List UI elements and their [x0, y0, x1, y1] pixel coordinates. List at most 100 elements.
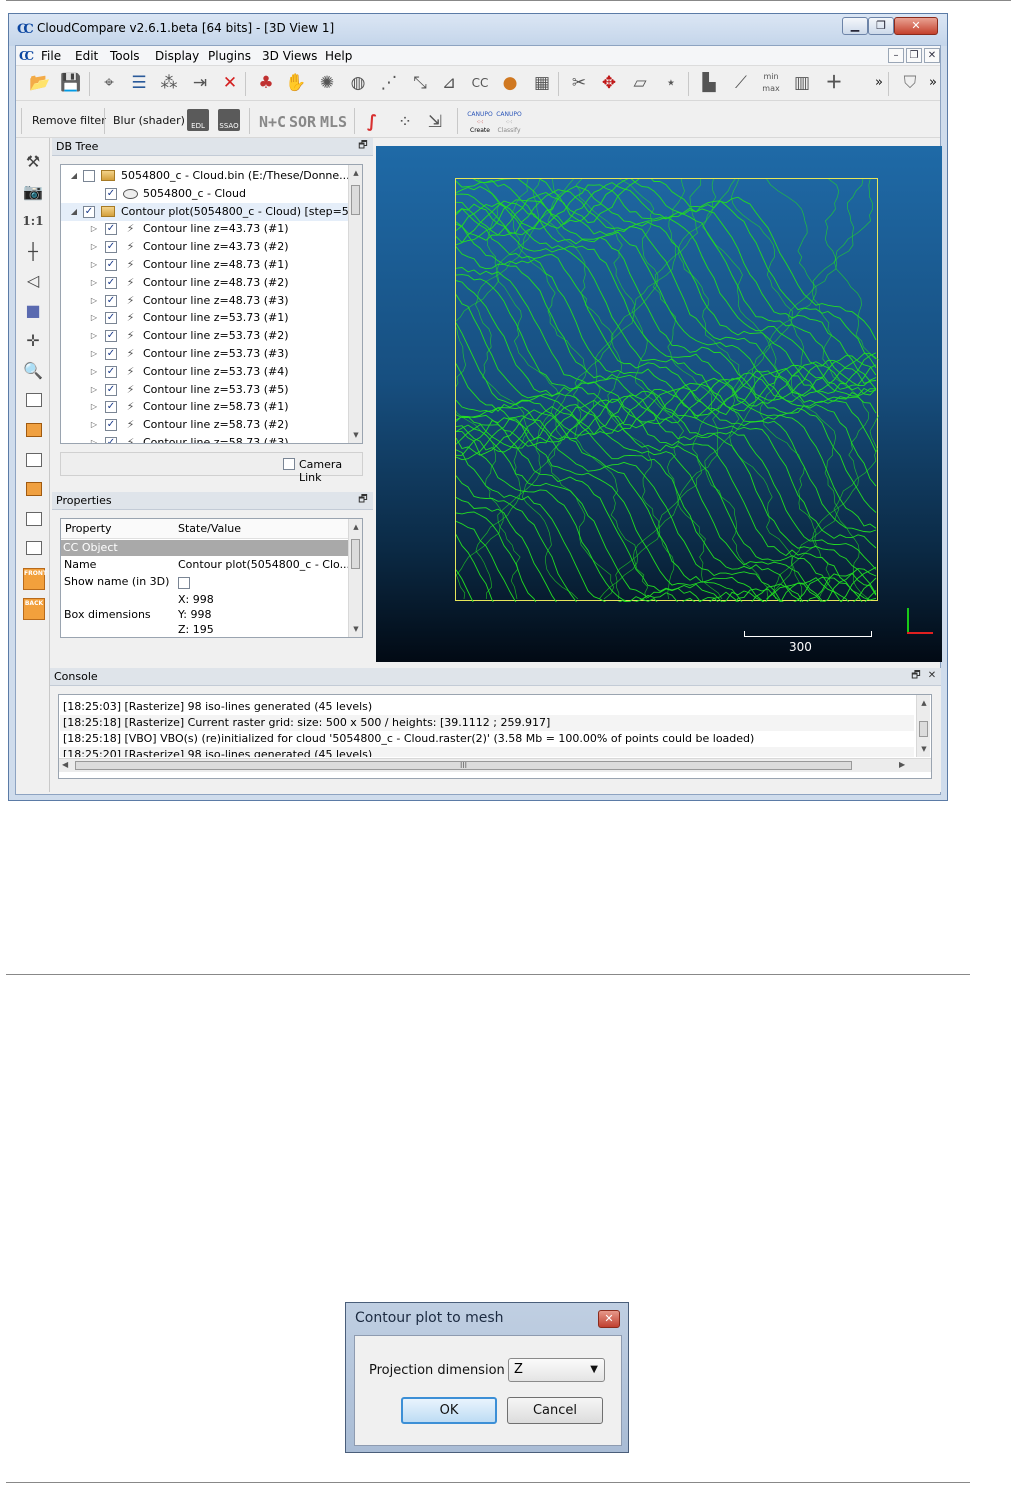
menu-3d-views[interactable]: 3D Views [262, 49, 317, 63]
tree-item-checkbox[interactable]: ✓ [105, 330, 117, 343]
view-front-icon[interactable] [26, 423, 42, 437]
tree-item-checkbox[interactable]: ✓ [105, 294, 117, 307]
shield-icon[interactable]: ⛉ [898, 71, 922, 95]
collapse-arrow-icon[interactable]: ▷ [89, 309, 99, 327]
tree-item[interactable]: ▷ ✓ ⚡ Contour line z=53.73 (#5) [61, 381, 348, 399]
menu-tools[interactable]: Tools [110, 49, 140, 63]
distance-icon[interactable]: ⊿ [437, 71, 461, 95]
props-scroll-down-icon[interactable]: ▼ [349, 623, 362, 635]
tree-item[interactable]: ▷ ✓ ⚡ Contour line z=43.73 (#1) [61, 220, 348, 238]
collapse-arrow-icon[interactable]: ▷ [89, 256, 99, 274]
console-scroll-thumb[interactable] [919, 721, 928, 737]
ok-button[interactable]: OK [401, 1397, 497, 1424]
point-picking-icon[interactable]: ⌖ [97, 71, 121, 95]
props-scroll-thumb[interactable] [351, 539, 360, 569]
tree-item[interactable]: ▷ ✓ ⚡ Contour line z=48.73 (#2) [61, 274, 348, 292]
properties-list-icon[interactable]: ☰ [127, 71, 151, 95]
collapse-arrow-icon[interactable]: ▷ [89, 363, 99, 381]
iso-back-button[interactable]: BACK [23, 598, 45, 620]
tree-item[interactable]: ▷ ✓ ⚡ Contour line z=43.73 (#2) [61, 238, 348, 256]
histogram-icon[interactable]: ▙ [697, 71, 721, 95]
tree-item[interactable]: ✓ 5054800_c - Cloud [61, 185, 348, 203]
menu-display[interactable]: Display [155, 49, 199, 63]
color-scale-icon[interactable]: ♣ [254, 71, 278, 95]
properties-float-icon[interactable]: 🗗 [357, 494, 369, 506]
collapse-arrow-icon[interactable]: ▷ [89, 381, 99, 399]
polyline-icon[interactable]: ⋆ [659, 71, 683, 95]
camera-link-checkbox[interactable] [283, 458, 295, 470]
projection-dimension-select[interactable]: Z ▼ [508, 1358, 605, 1382]
collapse-arrow-icon[interactable]: ▷ [89, 345, 99, 363]
tree-item[interactable]: ▷ ✓ ⚡ Contour line z=58.73 (#3) [61, 434, 348, 443]
tree-item-checkbox[interactable]: ✓ [105, 383, 117, 396]
menu-file[interactable]: File [41, 49, 61, 63]
tree-item-checkbox[interactable]: ✓ [105, 437, 117, 443]
view-right-icon[interactable] [26, 512, 42, 526]
toolbar-overflow-left[interactable]: » [875, 75, 883, 90]
tree-item[interactable]: ▷ ✓ ⚡ Contour line z=58.73 (#1) [61, 398, 348, 416]
tree-item-checkbox[interactable]: ✓ [105, 276, 117, 289]
scroll-down-icon[interactable]: ▼ [349, 429, 362, 441]
cut-icon[interactable]: ✂ [567, 71, 591, 95]
move-icon[interactable]: ✛ [21, 329, 45, 353]
add-icon[interactable]: ＋ [822, 71, 846, 95]
noise-filter-icon[interactable]: ✺ [315, 71, 339, 95]
normals-compute-button[interactable]: N+C [259, 113, 286, 131]
mls-button[interactable]: MLS [320, 113, 347, 131]
db-tree-float-icon[interactable]: 🗗 [357, 140, 369, 152]
hscroll-right-icon[interactable]: ▶ [899, 760, 905, 769]
tree-item-checkbox[interactable]: ✓ [105, 365, 117, 378]
tree-item[interactable]: ▷ ✓ ⚡ Contour line z=53.73 (#1) [61, 309, 348, 327]
collapse-arrow-icon[interactable]: ▷ [89, 238, 99, 256]
properties-table[interactable]: Property State/Value CC Object Name Cont… [60, 518, 363, 638]
shader-icon[interactable]: ● [498, 71, 522, 95]
tree-item-checkbox[interactable]: ✓ [105, 241, 117, 254]
iso-front-button[interactable]: FRONT [23, 568, 47, 590]
statistics-icon[interactable]: ▥ [790, 71, 814, 95]
tree-item[interactable]: ▷ ✓ ⚡ Contour line z=58.73 (#2) [61, 416, 348, 434]
collapse-arrow-icon[interactable]: ▷ [89, 274, 99, 292]
scroll-thumb[interactable] [351, 185, 360, 215]
view-bottom-icon[interactable] [26, 541, 42, 555]
collapse-arrow-icon[interactable]: ▷ [89, 292, 99, 310]
min-max-icon[interactable]: min max [759, 71, 783, 95]
tree-item[interactable]: ▷ ✓ ⚡ Contour line z=48.73 (#3) [61, 292, 348, 310]
console-log[interactable]: [18:25:03] [Rasterize] 98 iso-lines gene… [58, 694, 932, 779]
restore-button[interactable]: ❐ [868, 17, 894, 35]
mdi-close-button[interactable]: ✕ [924, 48, 940, 63]
zoom-icon[interactable]: 🔍 [21, 359, 45, 383]
tree-item-checkbox[interactable]: ✓ [105, 401, 117, 414]
toolbar-overflow-right[interactable]: » [929, 75, 937, 90]
tree-item-checkbox[interactable]: ✓ [83, 205, 95, 218]
3d-view[interactable]: 300 [376, 146, 942, 662]
view-back-icon[interactable] [26, 482, 42, 496]
fit-curve-icon[interactable]: ⟋ [729, 71, 753, 95]
canupo-create-button[interactable]: CANUPO ⁖⁖ Create [466, 111, 494, 135]
perspective-cube-icon[interactable]: ■ [21, 299, 45, 323]
ssao-button[interactable]: SSAO [218, 109, 240, 131]
minimize-button[interactable]: ▁ [842, 17, 868, 35]
sample-points-icon[interactable]: ⁂ [157, 71, 181, 95]
cancel-button[interactable]: Cancel [507, 1397, 603, 1424]
collapse-arrow-icon[interactable]: ▷ [89, 327, 99, 345]
show-name-checkbox[interactable] [178, 577, 190, 589]
properties-scrollbar[interactable]: ▲ ▼ [348, 519, 362, 637]
mdi-minimize-button[interactable]: – [888, 48, 904, 63]
view-top-icon[interactable] [26, 393, 42, 407]
segment-icon[interactable]: ⇥ [188, 71, 212, 95]
subsample-icon[interactable]: ⋰ [377, 71, 401, 95]
console-scroll-up-icon[interactable]: ▲ [917, 697, 931, 709]
open-folder-icon[interactable]: 📂 [28, 71, 52, 95]
console-float-icon[interactable]: 🗗 [910, 670, 922, 682]
expand-arrow-icon[interactable]: ◢ [69, 167, 79, 185]
col-header-value[interactable]: State/Value [178, 521, 241, 537]
tree-item-checkbox[interactable] [83, 170, 95, 182]
export-icon[interactable]: ⇲ [423, 110, 447, 134]
register-icon[interactable]: ⤡ [408, 71, 432, 95]
pivot-crosshair-icon[interactable]: ┼ [21, 240, 45, 264]
tree-item[interactable]: ◢ 5054800_c - Cloud.bin (E:/These/Donne..… [61, 167, 350, 185]
prop-name-value[interactable]: Contour plot(5054800_c - Clo... [178, 557, 350, 573]
save-icon[interactable]: 💾 [59, 71, 83, 95]
grid-icon[interactable]: ▦ [530, 71, 554, 95]
collapse-arrow-icon[interactable]: ▷ [89, 220, 99, 238]
